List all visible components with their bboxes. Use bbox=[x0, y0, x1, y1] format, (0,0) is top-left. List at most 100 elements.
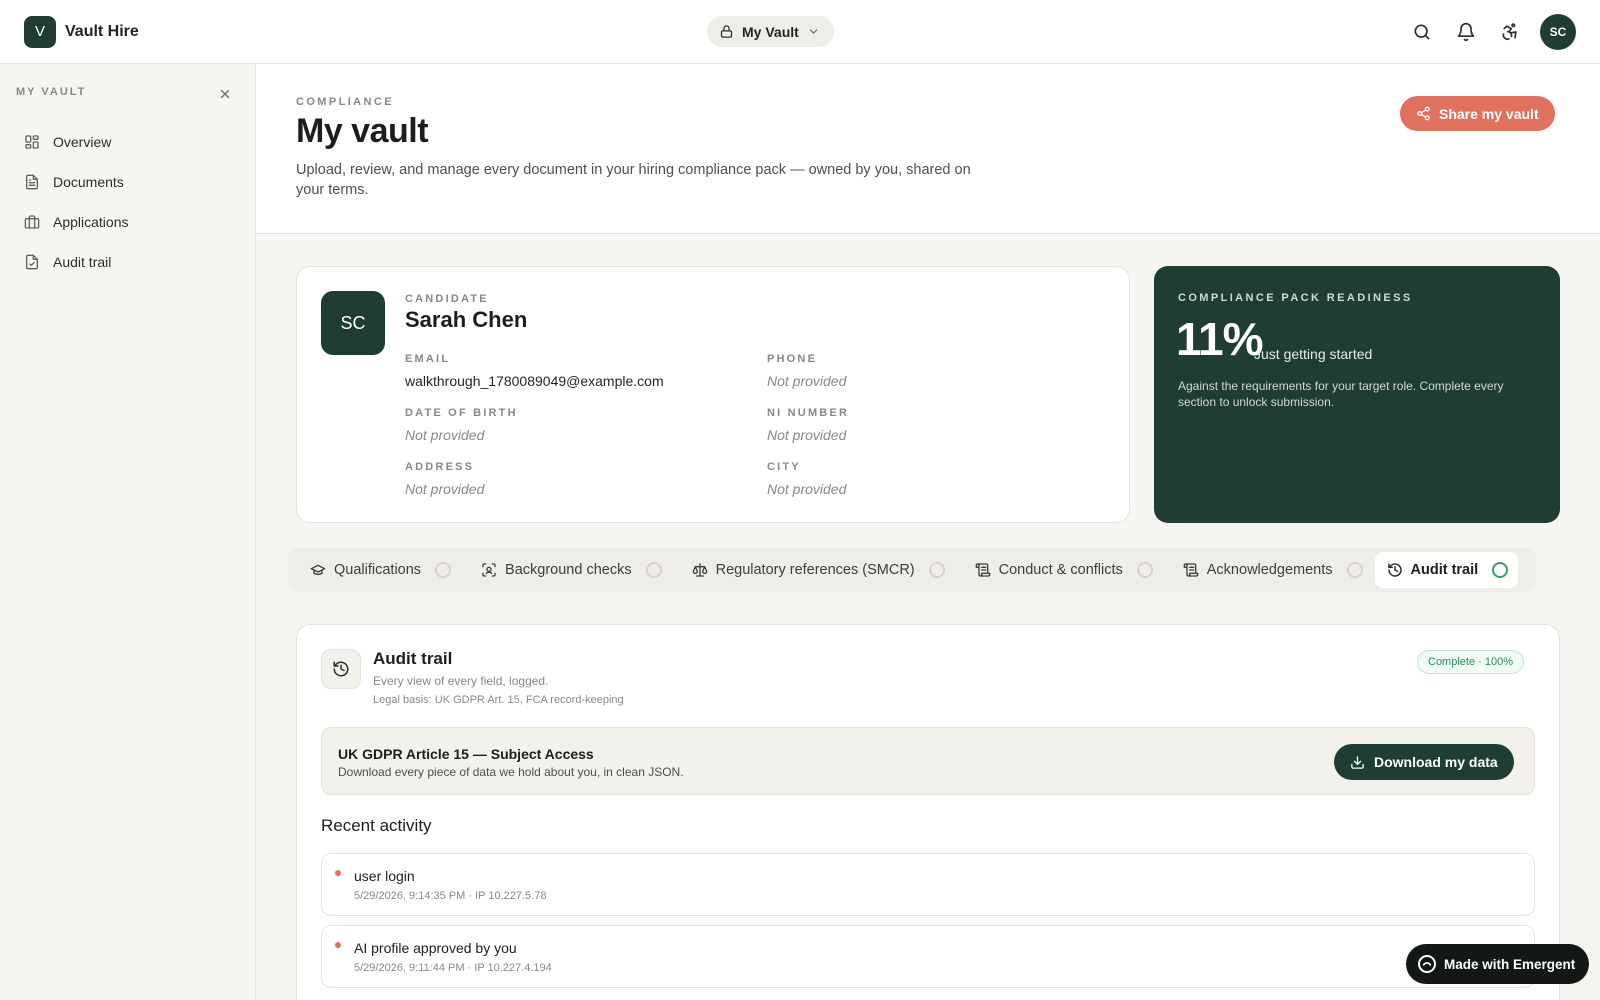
ni-value: Not provided bbox=[767, 427, 847, 443]
tab-label: Acknowledgements bbox=[1206, 562, 1333, 578]
sidebar-heading: MY VAULT bbox=[16, 86, 87, 98]
sidebar-nav: Overview Documents Applications Audit tr… bbox=[16, 122, 240, 282]
document-icon bbox=[26, 174, 38, 190]
sidebar-item-label: Audit trail bbox=[53, 254, 112, 270]
tab-qualifications[interactable]: Qualifications bbox=[292, 552, 463, 588]
accessibility-button[interactable] bbox=[1488, 14, 1532, 50]
sidebar-item-overview[interactable]: Overview bbox=[16, 122, 240, 162]
user-avatar[interactable]: SC bbox=[1540, 14, 1576, 50]
top-actions: SC bbox=[1400, 14, 1576, 50]
audit-subtitle: Every view of every field, logged. bbox=[373, 674, 549, 688]
readiness-card: COMPLIANCE PACK READINESS 11% Just getti… bbox=[1154, 266, 1560, 523]
dob-value: Not provided bbox=[405, 427, 485, 443]
notifications-button[interactable] bbox=[1444, 14, 1488, 50]
share-icon bbox=[1417, 106, 1430, 121]
activity-meta: 5/29/2026, 9:14:35 PM · IP 10.227.5.78 bbox=[354, 890, 547, 902]
tab-background-checks[interactable]: Background checks bbox=[463, 552, 674, 588]
search-button[interactable] bbox=[1400, 14, 1444, 50]
list-item: user login 5/29/2026, 9:14:35 PM · IP 10… bbox=[321, 853, 1535, 916]
download-data-button[interactable]: Download my data bbox=[1334, 744, 1514, 780]
audit-icon-box bbox=[321, 649, 361, 689]
email-value: walkthrough_1780089049@example.com bbox=[405, 373, 664, 389]
history-icon bbox=[333, 661, 349, 677]
audit-legal-basis: Legal basis: UK GDPR Art. 15, FCA record… bbox=[373, 694, 624, 706]
sidebar: MY VAULT Overview Documents Applications… bbox=[0, 64, 256, 1000]
vault-switcher-label: My Vault bbox=[742, 23, 799, 40]
file-check-icon bbox=[26, 254, 38, 270]
app-name[interactable]: Vault Hire bbox=[65, 23, 139, 41]
candidate-name: Sarah Chen bbox=[405, 307, 528, 332]
status-ring bbox=[1492, 562, 1509, 578]
readiness-description: Against the requirements for your target… bbox=[1178, 379, 1504, 409]
tab-audit-trail[interactable]: Audit trail bbox=[1374, 552, 1519, 588]
accessibility-icon bbox=[1502, 23, 1517, 41]
page-description: Upload, review, and manage every documen… bbox=[296, 162, 971, 198]
status-ring bbox=[928, 562, 945, 578]
candidate-label: CANDIDATE bbox=[405, 293, 489, 305]
section-tabs: Qualifications Background checks Regulat… bbox=[288, 548, 1536, 592]
activity-dot bbox=[335, 870, 341, 876]
share-vault-label: Share my vault bbox=[1439, 105, 1539, 122]
subject-access-panel: UK GDPR Article 15 — Subject Access Down… bbox=[321, 727, 1535, 795]
tab-label: Audit trail bbox=[1410, 562, 1479, 578]
sidebar-item-audit-trail[interactable]: Audit trail bbox=[16, 242, 240, 282]
tab-regulatory-references[interactable]: Regulatory references (SMCR) bbox=[674, 552, 957, 588]
main-content: COMPLIANCE My vault Upload, review, and … bbox=[256, 64, 1600, 1000]
download-icon bbox=[1351, 755, 1364, 769]
subject-access-description: Download every piece of data we hold abo… bbox=[338, 765, 684, 779]
activity-dot bbox=[335, 942, 341, 948]
activity-title: AI profile approved by you bbox=[354, 940, 517, 956]
download-data-label: Download my data bbox=[1374, 754, 1498, 770]
top-bar: V Vault Hire My Vault SC bbox=[0, 0, 1600, 64]
status-ring bbox=[435, 562, 452, 578]
phone-label: PHONE bbox=[767, 353, 818, 365]
sidebar-item-label: Documents bbox=[53, 174, 124, 190]
sidebar-item-label: Applications bbox=[53, 214, 129, 230]
status-ring bbox=[1136, 562, 1153, 578]
made-with-emergent-label: Made with Emergent bbox=[1444, 956, 1576, 972]
tab-label: Conduct & conflicts bbox=[998, 562, 1123, 578]
page-header: COMPLIANCE My vault Upload, review, and … bbox=[256, 64, 1600, 234]
tab-label: Qualifications bbox=[334, 562, 422, 578]
scan-face-icon bbox=[482, 563, 496, 577]
status-ring bbox=[645, 562, 662, 578]
city-label: CITY bbox=[767, 461, 801, 473]
readiness-status: Just getting started bbox=[1254, 346, 1373, 362]
emergent-logo-icon bbox=[1418, 955, 1436, 973]
graduation-cap-icon bbox=[310, 564, 326, 575]
sidebar-close-button[interactable] bbox=[215, 84, 235, 104]
vault-switcher[interactable]: My Vault bbox=[707, 16, 834, 47]
close-icon bbox=[220, 89, 230, 99]
sidebar-item-applications[interactable]: Applications bbox=[16, 202, 240, 242]
candidate-card: SC CANDIDATE Sarah Chen EMAIL walkthroug… bbox=[296, 266, 1130, 523]
address-value: Not provided bbox=[405, 481, 485, 497]
status-ring bbox=[1346, 562, 1363, 578]
status-badge: Complete · 100% bbox=[1417, 650, 1524, 674]
ni-label: NI NUMBER bbox=[767, 407, 850, 419]
made-with-emergent-badge[interactable]: Made with Emergent bbox=[1406, 944, 1590, 984]
search-icon bbox=[1414, 24, 1430, 40]
dob-label: DATE OF BIRTH bbox=[405, 407, 518, 419]
briefcase-icon bbox=[24, 215, 40, 229]
sidebar-item-documents[interactable]: Documents bbox=[16, 162, 240, 202]
sidebar-item-label: Overview bbox=[53, 134, 112, 150]
activity-title: user login bbox=[354, 868, 415, 884]
page-title: My vault bbox=[296, 112, 429, 150]
city-value: Not provided bbox=[767, 481, 847, 497]
share-vault-button[interactable]: Share my vault bbox=[1400, 96, 1555, 131]
app-logo[interactable]: V bbox=[24, 15, 56, 48]
activity-meta: 5/29/2026, 9:11:44 PM · IP 10.227.4.194 bbox=[354, 962, 552, 974]
audit-title: Audit trail bbox=[373, 649, 453, 668]
subject-access-title: UK GDPR Article 15 — Subject Access bbox=[338, 746, 594, 762]
readiness-percent: 11% bbox=[1176, 313, 1264, 365]
scroll-icon bbox=[1183, 563, 1199, 577]
tab-conduct-conflicts[interactable]: Conduct & conflicts bbox=[957, 552, 1165, 588]
grid-icon bbox=[25, 135, 39, 149]
tab-acknowledgements[interactable]: Acknowledgements bbox=[1165, 552, 1375, 588]
readiness-label: COMPLIANCE PACK READINESS bbox=[1178, 292, 1413, 304]
bell-icon bbox=[1457, 22, 1475, 42]
recent-activity-heading: Recent activity bbox=[321, 816, 432, 835]
scale-icon bbox=[692, 563, 707, 577]
list-item: AI profile approved by you 5/29/2026, 9:… bbox=[321, 925, 1535, 988]
page-eyebrow: COMPLIANCE bbox=[296, 96, 394, 108]
